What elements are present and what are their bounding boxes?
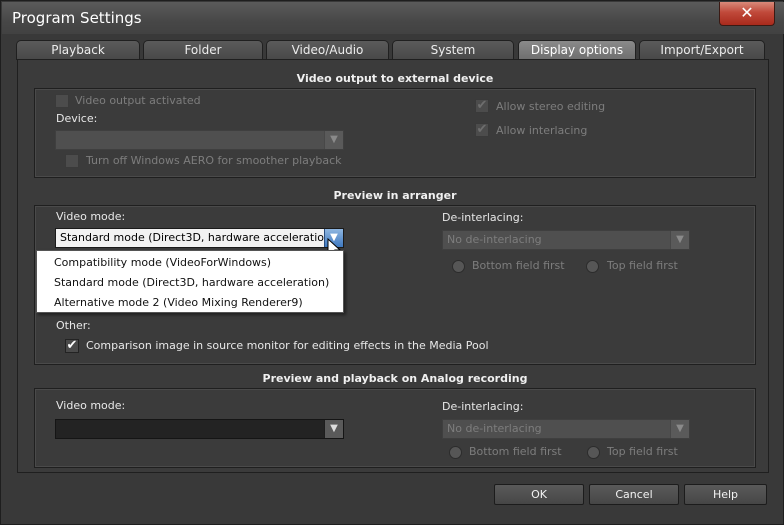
comparison-checkbox[interactable]: ✔ bbox=[65, 339, 79, 353]
interlacing-label: Allow interlacing bbox=[496, 124, 588, 137]
video-mode-option[interactable]: Compatibility mode (VideoForWindows) bbox=[54, 256, 271, 269]
device-select[interactable]: ▼ bbox=[55, 130, 344, 150]
section-title-preview-arranger: Preview in arranger bbox=[333, 189, 457, 202]
tab-display-options[interactable]: Display options bbox=[518, 40, 636, 60]
analog-bottom-field-radio[interactable] bbox=[449, 446, 462, 459]
video-mode-option[interactable]: Standard mode (Direct3D, hardware accele… bbox=[54, 276, 329, 289]
tab-video-audio[interactable]: Video/Audio bbox=[266, 40, 389, 60]
stereo-editing-label: Allow stereo editing bbox=[496, 100, 606, 113]
chevron-down-icon: ▼ bbox=[670, 231, 689, 249]
title-bar[interactable]: Program Settings bbox=[2, 2, 784, 34]
analog-top-field-label: Top field first bbox=[607, 445, 678, 458]
ok-button[interactable]: OK bbox=[494, 484, 584, 505]
video-mode-value: Standard mode (Direct3D, hardware accele… bbox=[60, 231, 336, 244]
window-title: Program Settings bbox=[12, 9, 142, 27]
analog-video-mode-select[interactable]: ▼ bbox=[55, 419, 344, 439]
chevron-down-icon: ▼ bbox=[324, 420, 343, 438]
close-icon: ✕ bbox=[740, 3, 754, 22]
video-output-label: Video output activated bbox=[75, 94, 201, 107]
video-mode-option[interactable]: Alternative mode 2 (Video Mixing Rendere… bbox=[54, 296, 303, 309]
analog-video-mode-label: Video mode: bbox=[56, 399, 126, 412]
bottom-field-radio[interactable] bbox=[452, 260, 465, 273]
section-title-analog-recording: Preview and playback on Analog recording bbox=[262, 372, 528, 385]
program-settings-window: Program Settings ✕ Playback Folder Video… bbox=[0, 0, 784, 525]
tab-system[interactable]: System bbox=[392, 40, 514, 60]
video-mode-select[interactable]: Standard mode (Direct3D, hardware accele… bbox=[55, 228, 344, 248]
analog-deinterlacing-value: No de-interlacing bbox=[447, 422, 542, 435]
chevron-down-icon: ▼ bbox=[324, 131, 343, 149]
video-output-checkbox[interactable] bbox=[55, 94, 69, 108]
analog-deinterlacing-select[interactable]: No de-interlacing ▼ bbox=[442, 419, 690, 439]
deinterlacing-select[interactable]: No de-interlacing ▼ bbox=[442, 230, 690, 250]
cancel-button[interactable]: Cancel bbox=[589, 484, 679, 505]
tab-import-export[interactable]: Import/Export bbox=[639, 40, 765, 60]
help-button[interactable]: Help bbox=[684, 484, 767, 505]
tab-playback[interactable]: Playback bbox=[16, 40, 140, 60]
comparison-label: Comparison image in source monitor for e… bbox=[86, 339, 489, 352]
aero-checkbox[interactable] bbox=[65, 154, 79, 168]
analog-deinterlacing-label: De-interlacing: bbox=[442, 400, 524, 413]
close-button[interactable]: ✕ bbox=[719, 2, 775, 26]
top-field-label: Top field first bbox=[607, 259, 678, 272]
top-field-radio[interactable] bbox=[586, 260, 599, 273]
analog-top-field-radio[interactable] bbox=[587, 446, 600, 459]
bottom-field-label: Bottom field first bbox=[472, 259, 565, 272]
chevron-down-icon: ▼ bbox=[670, 420, 689, 438]
interlacing-checkbox[interactable]: ✔ bbox=[475, 123, 489, 137]
video-mode-label: Video mode: bbox=[56, 210, 126, 223]
aero-label: Turn off Windows AERO for smoother playb… bbox=[86, 154, 342, 167]
tab-folder[interactable]: Folder bbox=[143, 40, 263, 60]
deinterlacing-value: No de-interlacing bbox=[447, 233, 542, 246]
video-mode-dropdown-list: Compatibility mode (VideoForWindows) Sta… bbox=[36, 250, 344, 313]
other-label: Other: bbox=[56, 319, 91, 332]
analog-bottom-field-label: Bottom field first bbox=[469, 445, 562, 458]
device-label: Device: bbox=[56, 112, 98, 125]
deinterlacing-label: De-interlacing: bbox=[442, 211, 524, 224]
stereo-editing-checkbox[interactable]: ✔ bbox=[475, 99, 489, 113]
section-title-external-output: Video output to external device bbox=[296, 72, 494, 85]
